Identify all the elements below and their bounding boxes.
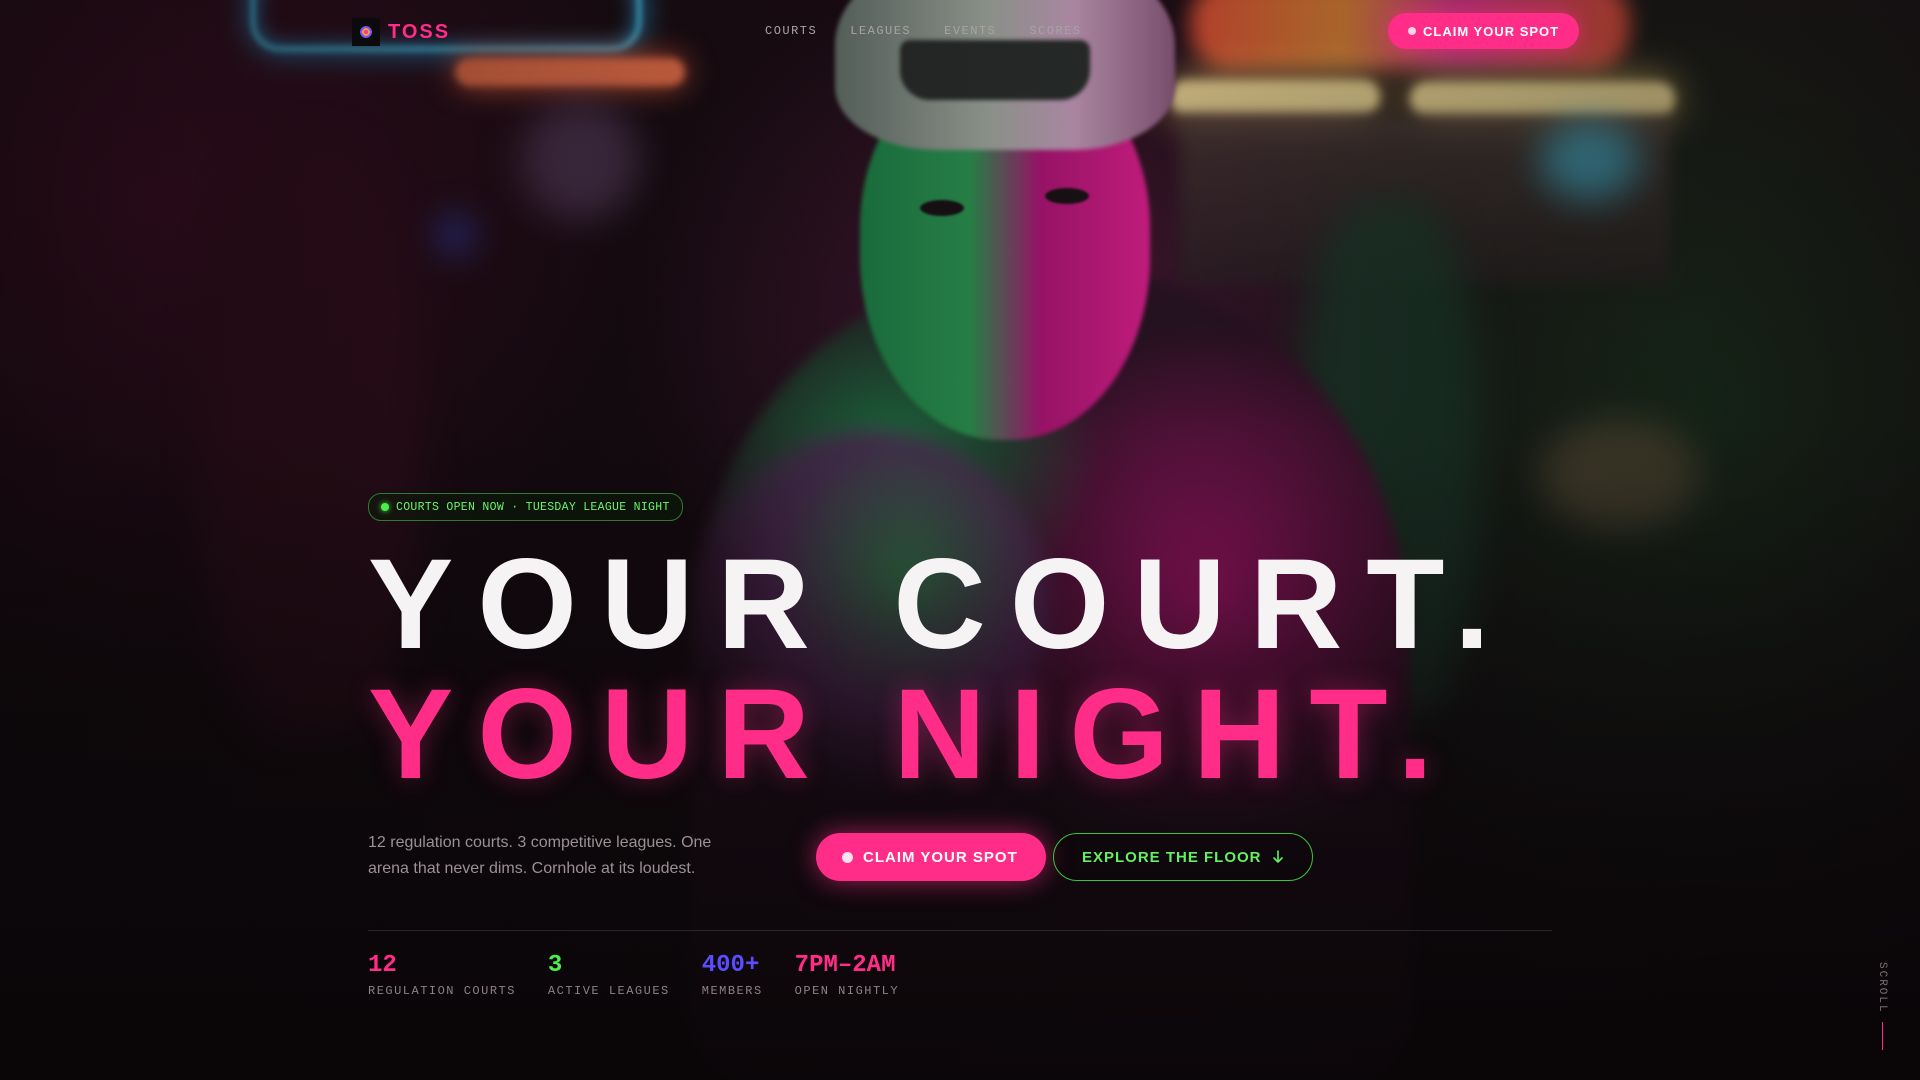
stat-value: 400+ [701,952,760,979]
claim-spot-button[interactable]: CLAIM YOUR SPOT [816,833,1046,881]
status-text: COURTS OPEN NOW · TUESDAY LEAGUE NIGHT [396,500,670,514]
scroll-label: SCROLL [1876,962,1888,1014]
explore-floor-button[interactable]: EXPLORE THE FLOOR [1053,833,1313,881]
headline-line-1: YOUR COURT. [368,533,1514,676]
nav-link-scores[interactable]: SCORES [1029,24,1081,38]
toss-logo-icon [352,18,380,46]
headline-line-2: YOUR NIGHT. [368,663,1457,806]
stat-value: 7PM–2AM [794,952,896,979]
nav-links: COURTS LEAGUES EVENTS SCORES [765,24,1082,38]
stat-value: 3 [547,952,563,979]
nav-claim-spot-button[interactable]: CLAIM YOUR SPOT [1388,13,1580,49]
explore-floor-label: EXPLORE THE FLOOR [1082,848,1262,866]
live-dot-icon [381,503,389,511]
scroll-indicator[interactable]: SCROLL [1872,962,1892,1050]
stat-value: 12 [368,952,397,979]
stat-label: ACTIVE LEAGUES [547,984,670,998]
brand-name: TOSS [388,20,451,43]
brand-logo[interactable]: TOSS [352,18,450,46]
claim-spot-label: CLAIM YOUR SPOT [863,848,1018,866]
nav-link-courts[interactable]: COURTS [765,24,817,38]
stat-label: OPEN NIGHTLY [794,984,900,998]
nav-link-events[interactable]: EVENTS [944,24,996,38]
nav-cta-label: CLAIM YOUR SPOT [1423,23,1560,39]
scroll-line [1881,1021,1883,1050]
status-badge: COURTS OPEN NOW · TUESDAY LEAGUE NIGHT [368,493,683,521]
stats-divider [368,930,1552,931]
hero-headline: YOUR COURT. YOUR NIGHT. [368,540,1514,800]
top-nav: TOSS COURTS LEAGUES EVENTS SCORES CLAIM … [0,0,1920,64]
arrow-down-icon [1272,850,1283,863]
nav-link-leagues[interactable]: LEAGUES [850,24,911,38]
stat-item: 400+ MEMBERS [702,952,763,998]
stat-label: REGULATION COURTS [368,984,516,998]
dot-icon [1408,27,1416,35]
stat-item: 12 REGULATION COURTS [368,952,516,998]
stat-item: 3 ACTIVE LEAGUES [548,952,670,998]
hero-subtext: 12 regulation courts. 3 competitive leag… [368,834,712,877]
stat-item: 7PM–2AM OPEN NIGHTLY [795,952,899,998]
stats-row: 12 REGULATION COURTS 3 ACTIVE LEAGUES 40… [368,952,899,998]
dot-icon [842,851,853,863]
stat-label: MEMBERS [701,984,763,998]
